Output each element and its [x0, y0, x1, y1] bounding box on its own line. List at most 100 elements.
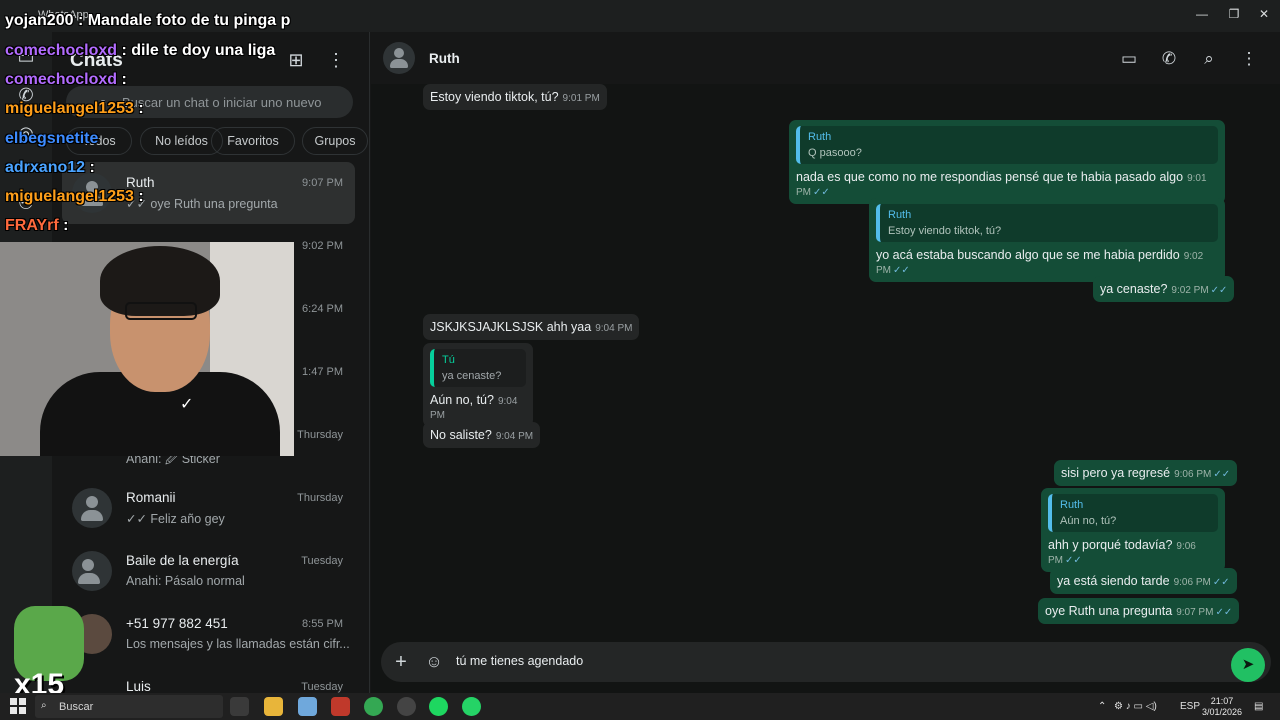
message-time: 9:02 PM — [1171, 285, 1209, 296]
search-icon[interactable]: ⌕ — [1197, 47, 1221, 71]
message-text: sisi pero ya regresé — [1061, 466, 1171, 480]
read-receipt-icon: ✓✓ — [1213, 469, 1231, 480]
chat-preview: Anahi: Pásalo normal — [126, 574, 245, 588]
message-outgoing: ya está siendo tarde 9:06 PM ✓✓ — [1050, 568, 1237, 594]
composer-text[interactable]: tú me tienes agendado — [456, 654, 583, 668]
chat-time: Thursday — [297, 492, 343, 504]
chat-name: Luis — [126, 679, 151, 693]
message-time: 9:04 PM — [495, 431, 534, 442]
message-text: ahh y porqué todavía? — [1048, 538, 1173, 552]
notifications-icon[interactable]: ▤ — [1254, 701, 1263, 712]
title-bar: WhatsApp — ❐ ✕ — [0, 0, 1280, 32]
chat-row-baile-de-la-energia[interactable]: Baile de la energía Tuesday Anahi: Pásal… — [62, 540, 355, 602]
send-button[interactable]: ➤ — [1231, 648, 1265, 682]
attach-plus-icon[interactable]: + — [389, 650, 413, 674]
quoted-message[interactable]: Ruth Estoy viendo tiktok, tú? — [876, 204, 1218, 242]
chat-row-phone-number[interactable]: +51 977 882 451 8:55 PM Los mensajes y l… — [62, 603, 355, 665]
search-input[interactable]: ⌕ Buscar un chat o iniciar uno nuevo — [66, 86, 353, 118]
message-outgoing: Ruth Q pasooo? nada es que como no me re… — [789, 120, 1225, 204]
task-view-icon[interactable] — [230, 697, 249, 716]
chat-preview: Los mensajes y las llamadas están cifr..… — [126, 637, 350, 651]
message-incoming: No saliste? 9:04 PM — [423, 422, 541, 448]
tray-icons[interactable]: ⚙ ♪ ▭ ◁) — [1114, 701, 1157, 712]
logo-icon: ✓ — [180, 396, 194, 413]
contact-name[interactable]: Ruth — [429, 51, 460, 66]
chats-header: Chats — [70, 50, 123, 71]
chat-time: Thursday — [297, 429, 343, 441]
message-text: ya está siendo tarde — [1057, 574, 1170, 588]
filter-groups[interactable]: Grupos — [302, 127, 368, 155]
message-outgoing: Ruth Estoy viendo tiktok, tú? yo acá est… — [869, 198, 1225, 282]
chat-time: 6:24 PM — [302, 303, 343, 315]
chat-time: Tuesday — [301, 555, 343, 567]
filter-all[interactable]: Todos — [66, 127, 132, 155]
start-icon[interactable] — [10, 698, 26, 714]
quoted-message[interactable]: Tú ya cenaste? — [430, 349, 526, 387]
app-icon[interactable] — [331, 697, 350, 716]
conversation-header: Ruth ▭ ✆ ⌕ ⋮ — [371, 32, 1280, 84]
chat-time: 9:02 PM — [302, 240, 343, 252]
chat-row-romanii[interactable]: Romanii Thursday ✓✓ Feliz año gey — [62, 477, 355, 539]
more-icon[interactable]: ⋮ — [325, 49, 347, 71]
video-call-icon[interactable]: ▭ — [1117, 47, 1141, 71]
more-icon[interactable]: ⋮ — [1237, 47, 1261, 71]
windows-taskbar: ⌕ Buscar ⌃ ⚙ ♪ ▭ ◁) ESP 21:07 3/01/2026 … — [0, 693, 1280, 720]
calls-nav-icon[interactable]: ✆ — [15, 84, 37, 106]
quote-author: Ruth — [888, 209, 912, 221]
message-time: 9:07 PM — [1176, 607, 1214, 618]
message-text: yo acá estaba buscando algo que se me ha… — [876, 248, 1180, 262]
message-composer[interactable]: + ☺ tú me tienes agendado — [381, 642, 1271, 682]
contact-avatar[interactable] — [383, 42, 415, 74]
chat-name: Ruth — [126, 175, 155, 190]
message-time: 9:04 PM — [595, 323, 633, 334]
maximize-button[interactable]: ❐ — [1222, 4, 1246, 24]
filter-favorites[interactable]: Favoritos — [211, 127, 295, 155]
quote-author: Ruth — [1060, 499, 1084, 511]
avatar — [72, 173, 112, 213]
search-icon: ⌕ — [99, 94, 107, 109]
communities-nav-icon[interactable]: ⚇ — [15, 192, 37, 214]
read-receipt-icon: ✓✓ — [813, 187, 830, 198]
spotify-icon[interactable] — [429, 697, 448, 716]
message-text: Estoy viendo tiktok, tú? — [430, 90, 559, 104]
quote-author: Tú — [442, 354, 455, 366]
status-nav-icon[interactable]: ◎ — [15, 122, 37, 144]
message-text: ya cenaste? — [1100, 282, 1168, 296]
read-receipt-icon: ✓✓ — [1065, 555, 1082, 566]
file-explorer-icon[interactable] — [264, 697, 283, 716]
voice-call-icon[interactable]: ✆ — [1157, 47, 1181, 71]
quoted-message[interactable]: Ruth Aún no, tú? — [1048, 494, 1218, 532]
chat-row-ruth[interactable]: Ruth 9:07 PM ✓✓ oye Ruth una pregunta — [62, 162, 355, 224]
quote-text: Q pasooo? — [808, 147, 862, 159]
chat-row-luis[interactable]: Luis Tuesday — [62, 666, 355, 693]
group-avatar — [72, 551, 112, 591]
tray-overflow-icon[interactable]: ⌃ — [1098, 701, 1106, 712]
quote-text: ya cenaste? — [442, 370, 502, 382]
whatsapp-icon[interactable] — [462, 697, 481, 716]
minimize-button[interactable]: — — [1190, 4, 1214, 24]
obs-icon[interactable] — [397, 697, 416, 716]
taskbar-clock[interactable]: 21:07 3/01/2026 — [1196, 696, 1248, 718]
read-receipt-icon: ✓✓ — [1210, 285, 1228, 296]
chat-preview: ✓✓ Feliz año gey — [126, 512, 225, 526]
chat-time: 9:07 PM — [302, 177, 343, 189]
conversation-pane: Ruth ▭ ✆ ⌕ ⋮ Estoy viendo tiktok, tú? 9:0… — [371, 32, 1280, 693]
notes-icon[interactable] — [298, 697, 317, 716]
chat-name: +51 977 882 451 — [126, 616, 228, 631]
close-button[interactable]: ✕ — [1252, 4, 1276, 24]
send-icon: ➤ — [1241, 656, 1255, 673]
read-receipt-icon: ✓✓ — [1212, 577, 1230, 588]
chrome-icon[interactable] — [364, 697, 383, 716]
chat-time: 8:55 PM — [302, 618, 343, 630]
message-text: JSKJKSJAJKLSJSK ahh yaa — [430, 320, 592, 334]
search-icon: ⌕ — [41, 700, 47, 711]
chat-name: Baile de la energía — [126, 553, 239, 568]
taskbar-search[interactable]: ⌕ Buscar — [35, 695, 223, 718]
quoted-message[interactable]: Ruth Q pasooo? — [796, 126, 1218, 164]
message-time: 9:01 PM — [562, 93, 600, 104]
webcam-overlay: ✓ — [0, 242, 294, 456]
sticker-emoji-icon[interactable]: ☺ — [422, 650, 446, 674]
message-time: 9:06 PM — [1174, 469, 1212, 480]
chats-nav-icon[interactable]: ▭ — [15, 46, 37, 68]
new-chat-icon[interactable]: ⊞ — [285, 49, 307, 71]
